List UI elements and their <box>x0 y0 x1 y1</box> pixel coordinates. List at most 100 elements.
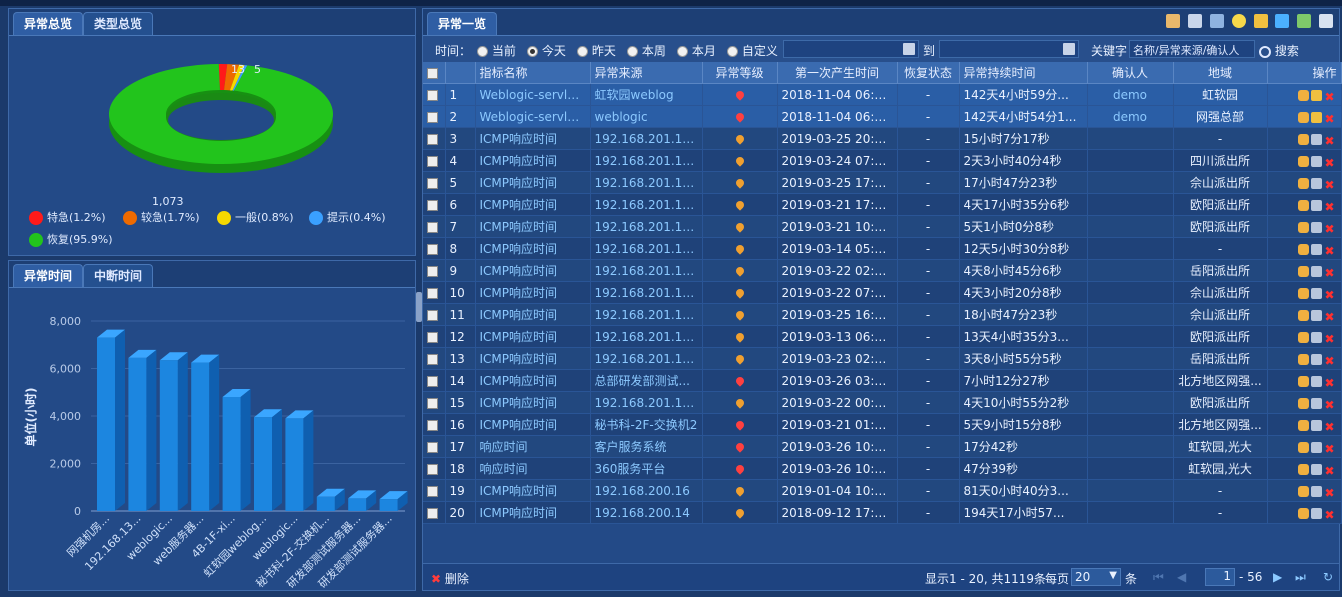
metric-name-link[interactable]: ICMP响应时间 <box>475 259 591 282</box>
metric-name-link[interactable]: ICMP响应时间 <box>475 347 591 370</box>
source-link[interactable]: 192.168.201.166 <box>590 281 703 304</box>
confirmer[interactable] <box>1087 193 1174 216</box>
edit-icon[interactable] <box>1311 199 1323 211</box>
hand-icon[interactable] <box>1298 287 1310 299</box>
row-checkbox[interactable] <box>423 303 446 326</box>
source-link[interactable]: 192.168.201.163 <box>590 347 703 370</box>
delete-row-icon[interactable]: ✖ <box>1324 288 1334 302</box>
confirmer[interactable] <box>1087 457 1174 480</box>
legend-item-recovered[interactable]: 恢复(95.9%) <box>29 231 113 247</box>
delete-row-icon[interactable]: ✖ <box>1324 244 1334 258</box>
delete-row-icon[interactable]: ✖ <box>1324 376 1334 390</box>
confirmer[interactable] <box>1087 479 1174 502</box>
source-link[interactable]: 客户服务系统 <box>590 435 703 458</box>
confirmer[interactable] <box>1087 347 1174 370</box>
edit-icon[interactable] <box>1311 375 1323 387</box>
hand-icon[interactable] <box>1298 309 1310 321</box>
row-checkbox[interactable] <box>423 413 446 436</box>
row-checkbox[interactable] <box>423 127 446 150</box>
source-link[interactable]: 192.168.201.167 <box>590 171 703 194</box>
delete-row-icon[interactable]: ✖ <box>1324 134 1334 148</box>
table-row[interactable]: 5 ICMP响应时间 192.168.201.167 2019-03-25 17:21… <box>423 171 1342 194</box>
legend-item-urgent[interactable]: 特急(1.2%) <box>29 209 106 225</box>
source-link[interactable]: 192.168.200.14 <box>590 501 703 524</box>
edit-icon[interactable] <box>1311 397 1323 409</box>
confirmer[interactable] <box>1087 215 1174 238</box>
col-region[interactable]: 地域 <box>1173 62 1268 84</box>
row-checkbox[interactable] <box>423 171 446 194</box>
start-date-input[interactable] <box>783 40 919 58</box>
row-checkbox[interactable] <box>423 149 446 172</box>
hand-icon[interactable] <box>1298 353 1310 365</box>
tab-type-overview[interactable]: 类型总览 <box>83 12 154 35</box>
delete-row-icon[interactable]: ✖ <box>1324 420 1334 434</box>
calendar-icon[interactable] <box>903 43 915 55</box>
save-icon[interactable] <box>1188 13 1203 28</box>
edit-icon[interactable] <box>1311 331 1323 343</box>
radio-custom[interactable]: 自定义 <box>727 42 778 59</box>
bar[interactable] <box>191 362 210 511</box>
metric-name-link[interactable]: ICMP响应时间 <box>475 149 591 172</box>
source-link[interactable]: 192.168.201.161 <box>590 325 703 348</box>
edit-icon[interactable] <box>1311 353 1323 365</box>
metric-name-link[interactable]: ICMP响应时间 <box>475 413 591 436</box>
col-first-time[interactable]: 第一次产生时间 <box>777 62 898 84</box>
bar[interactable] <box>285 418 304 511</box>
edit-icon[interactable] <box>1311 177 1323 189</box>
source-link[interactable]: weblogic <box>590 105 703 128</box>
edit-icon[interactable] <box>1311 111 1323 123</box>
copy-icon[interactable] <box>1319 13 1333 28</box>
delete-row-icon[interactable]: ✖ <box>1324 310 1334 324</box>
col-confirm[interactable]: 确认人 <box>1087 62 1174 84</box>
table-row[interactable]: 14 ICMP响应时间 总部研发部测试... 2019-03-26 03:56:49-… <box>423 369 1342 392</box>
table-row[interactable]: 8 ICMP响应时间 192.168.201.180 2019-03-14 05:39… <box>423 237 1342 260</box>
hand-icon[interactable] <box>1298 463 1310 475</box>
delete-button[interactable]: ✖ 删除 <box>431 570 469 587</box>
last-page-icon[interactable]: ⏭ <box>1295 570 1306 585</box>
delete-row-icon[interactable]: ✖ <box>1324 178 1334 192</box>
confirmer[interactable] <box>1087 369 1174 392</box>
row-checkbox[interactable] <box>423 215 446 238</box>
table-row[interactable]: 18 响应时间 360服务平台 2019-03-26 10:21:37-47分39秒 虹… <box>423 457 1342 480</box>
edit-icon[interactable] <box>1311 287 1323 299</box>
hand-icon[interactable] <box>1298 133 1310 145</box>
hand-icon[interactable] <box>1298 507 1310 519</box>
metric-name-link[interactable]: ICMP响应时间 <box>475 391 591 414</box>
metric-name-link[interactable]: ICMP响应时间 <box>475 215 591 238</box>
metric-name-link[interactable]: ICMP响应时间 <box>475 281 591 304</box>
row-checkbox[interactable] <box>423 391 446 414</box>
radio-yesterday[interactable]: 昨天 <box>577 42 616 59</box>
first-page-icon[interactable]: ⏮ <box>1153 570 1164 585</box>
delete-row-icon[interactable]: ✖ <box>1324 90 1334 104</box>
delete-row-icon[interactable]: ✖ <box>1324 486 1334 500</box>
metric-name-link[interactable]: ICMP响应时间 <box>475 501 591 524</box>
row-checkbox[interactable] <box>423 193 446 216</box>
row-checkbox[interactable] <box>423 237 446 260</box>
source-link[interactable]: 秘书科-2F-交换机2 <box>590 413 703 436</box>
table-row[interactable]: 7 ICMP响应时间 192.168.201.160 2019-03-21 10:09… <box>423 215 1342 238</box>
select-all-checkbox[interactable] <box>423 62 446 84</box>
delete-row-icon[interactable]: ✖ <box>1324 112 1334 126</box>
col-source[interactable]: 异常来源 <box>590 62 703 84</box>
delete-row-icon[interactable]: ✖ <box>1324 156 1334 170</box>
radio-this-month[interactable]: 本月 <box>677 42 716 59</box>
metric-name-link[interactable]: ICMP响应时间 <box>475 303 591 326</box>
col-name[interactable]: 指标名称 <box>475 62 591 84</box>
edit-icon[interactable] <box>1311 221 1323 233</box>
hand-icon[interactable] <box>1298 221 1310 233</box>
edit-icon[interactable] <box>1311 309 1323 321</box>
table-row[interactable]: 13 ICMP响应时间 192.168.201.163 2019-03-23 02:1… <box>423 347 1342 370</box>
tab-anomaly-overview[interactable]: 异常总览 <box>13 12 84 35</box>
table-row[interactable]: 3 ICMP响应时间 192.168.201.181 2019-03-25 20:01… <box>423 127 1342 150</box>
table-row[interactable]: 10 ICMP响应时间 192.168.201.166 2019-03-22 07:4… <box>423 281 1342 304</box>
row-checkbox[interactable] <box>423 435 446 458</box>
delete-row-icon[interactable]: ✖ <box>1324 398 1334 412</box>
row-checkbox[interactable] <box>423 457 446 480</box>
hand-icon[interactable] <box>1298 199 1310 211</box>
source-link[interactable]: 192.168.201.179 <box>590 149 703 172</box>
check-icon[interactable] <box>1275 13 1290 28</box>
delete-row-icon[interactable]: ✖ <box>1324 332 1334 346</box>
bar[interactable] <box>97 337 115 511</box>
confirmer[interactable] <box>1087 237 1174 260</box>
table-row[interactable]: 9 ICMP响应时间 192.168.201.164 2019-03-22 02:24… <box>423 259 1342 282</box>
